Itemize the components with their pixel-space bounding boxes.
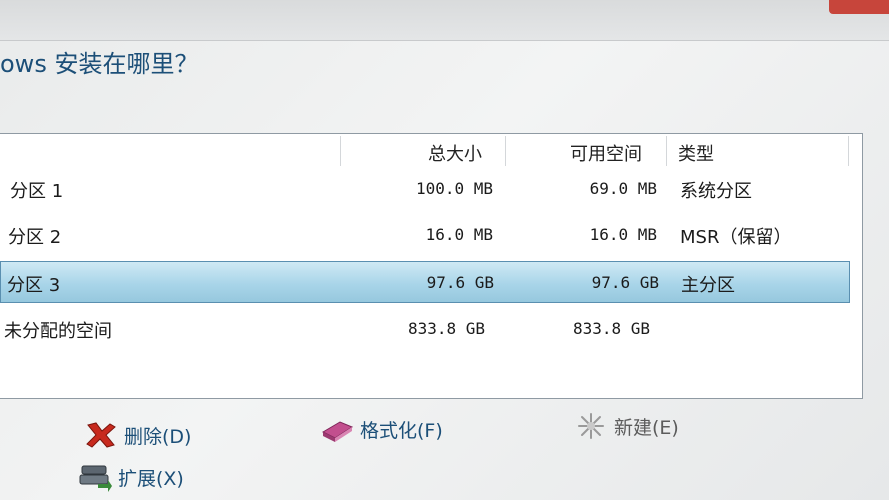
eraser-icon [320, 414, 354, 444]
column-divider [848, 136, 849, 166]
partition-list: 总大小 可用空间 类型 分区 1 100.0 MB 69.0 MB 系统分区 分… [0, 133, 863, 399]
partition-type: 主分区 [681, 275, 735, 296]
partition-total-size: 97.6 GB [426, 273, 494, 292]
window-titlebar [0, 0, 889, 41]
window-close-button[interactable] [829, 0, 889, 14]
new-button-label: 新建(E) [614, 416, 679, 439]
partition-total-size: 833.8 GB [407, 319, 485, 338]
table-row[interactable]: 分区 1 100.0 MB 69.0 MB 系统分区 [0, 168, 850, 208]
format-button-label: 格式化(F) [360, 419, 443, 442]
page-title: ows 安装在哪里？ [0, 50, 199, 78]
table-header: 总大小 可用空间 类型 [0, 134, 862, 168]
drive-stack-icon [78, 462, 112, 492]
partition-total-size: 100.0 MB [415, 179, 493, 198]
column-divider[interactable] [666, 136, 667, 166]
delete-button[interactable]: 删除(D) [84, 420, 191, 450]
partition-name: 分区 3 [7, 275, 61, 296]
partition-type: 系统分区 [680, 181, 752, 202]
table-row-selected[interactable]: 分区 3 97.6 GB 97.6 GB 主分区 [0, 261, 850, 303]
new-button[interactable]: 新建(E) [574, 411, 679, 441]
column-header-free-space[interactable]: 可用空间 [570, 140, 642, 166]
partition-name: 分区 2 [8, 227, 62, 248]
partition-type: MSR（保留） [680, 227, 792, 248]
partition-name: 分区 1 [10, 181, 64, 202]
partition-free-space: 69.0 MB [589, 179, 657, 198]
column-header-type[interactable]: 类型 [678, 140, 714, 166]
partition-free-space: 97.6 GB [591, 273, 659, 292]
extend-button-label: 扩展(X) [118, 467, 184, 490]
column-header-total-size[interactable]: 总大小 [428, 140, 482, 166]
red-x-icon [84, 420, 118, 450]
extend-button[interactable]: 扩展(X) [78, 462, 184, 492]
partition-name: 未分配的空间 [4, 321, 112, 342]
partition-free-space: 833.8 GB [572, 319, 650, 338]
partition-total-size: 16.0 MB [425, 225, 493, 244]
table-row[interactable]: 分区 2 16.0 MB 16.0 MB MSR（保留） [0, 214, 850, 254]
column-divider[interactable] [505, 136, 506, 166]
table-row[interactable]: 未分配的空间 833.8 GB 833.8 GB [0, 308, 850, 348]
delete-button-label: 删除(D) [124, 425, 192, 448]
format-button[interactable]: 格式化(F) [320, 414, 443, 444]
sparkle-icon [574, 411, 608, 441]
column-divider[interactable] [340, 136, 341, 166]
partition-free-space: 16.0 MB [589, 225, 657, 244]
